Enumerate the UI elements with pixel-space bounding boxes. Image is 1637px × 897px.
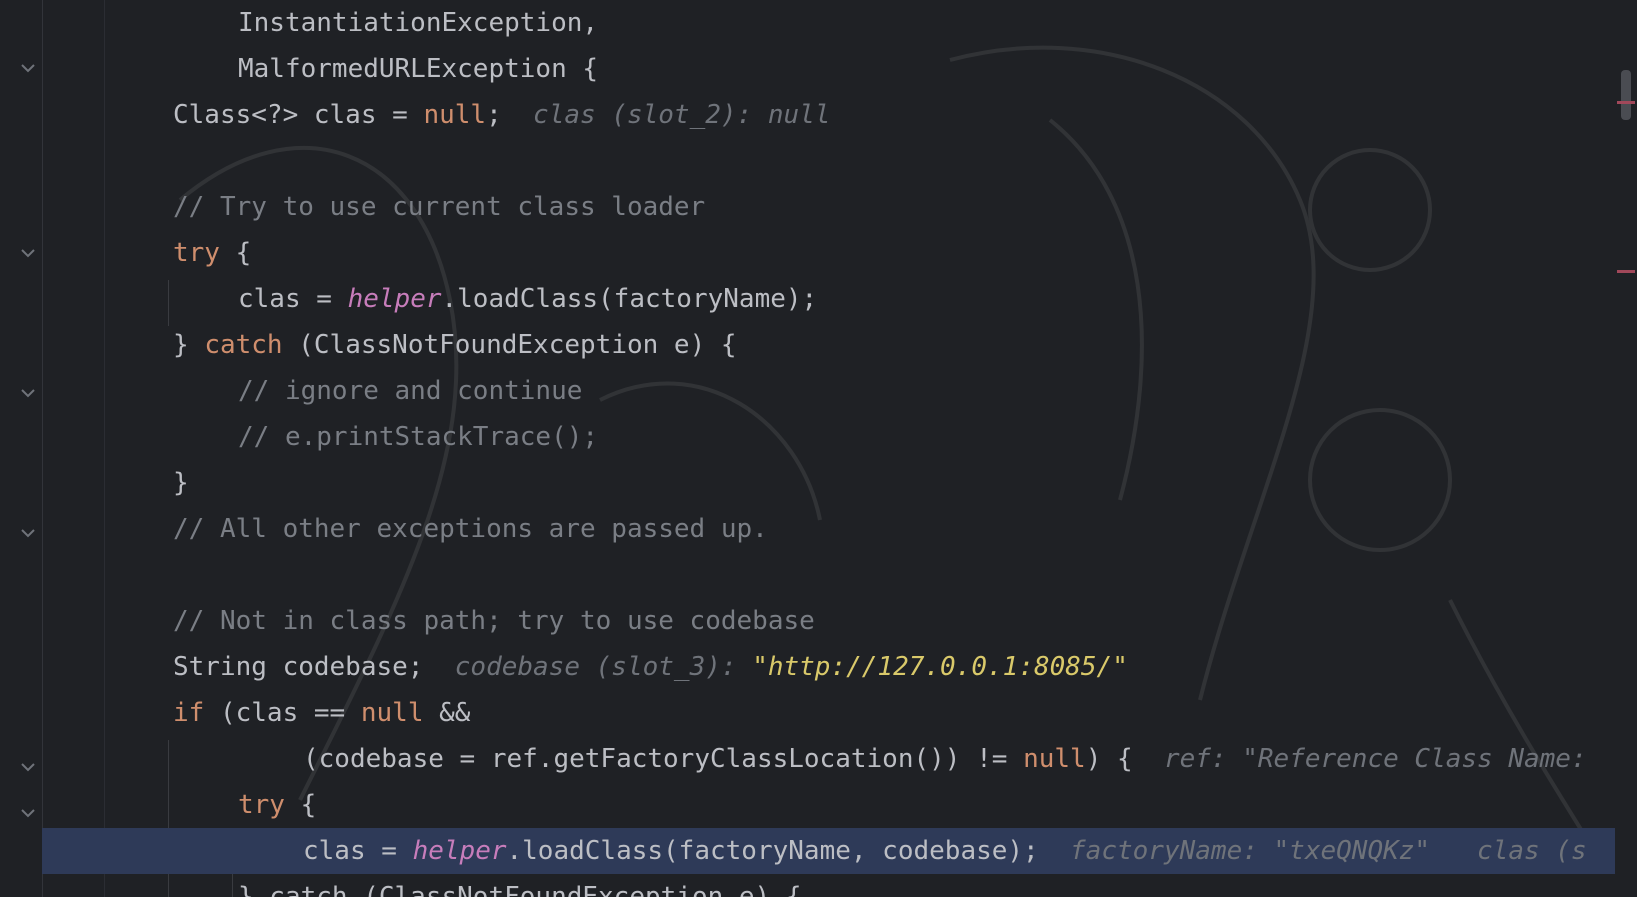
code-field: helper xyxy=(412,836,507,866)
code-line[interactable]: } xyxy=(42,460,1617,506)
code-line[interactable]: // All other exceptions are passed up. xyxy=(42,506,1617,552)
code-line[interactable]: // Not in class path; try to use codebas… xyxy=(42,598,1617,644)
code-keyword: null xyxy=(423,100,487,130)
code-keyword: null xyxy=(360,698,424,728)
code-line[interactable]: } catch (ClassNotFoundException e) { xyxy=(42,874,1617,897)
code-line[interactable]: try { xyxy=(42,782,1617,828)
code-comment: // e.printStackTrace(); xyxy=(238,422,599,452)
code-line[interactable]: Class<?> clas = null; clas (slot_2): nul… xyxy=(42,92,1617,138)
code-token: } catch (ClassNotFoundException e) { xyxy=(238,882,802,897)
code-token: ; xyxy=(486,100,534,130)
code-line[interactable]: InstantiationException, xyxy=(42,0,1617,46)
chevron-down-icon[interactable] xyxy=(18,58,38,78)
code-token: (codebase = ref.getFactoryClassLocation(… xyxy=(303,744,1024,774)
code-keyword: null xyxy=(1023,744,1086,774)
code-token: ) { xyxy=(1085,744,1164,774)
chevron-down-icon[interactable] xyxy=(18,243,38,263)
code-token: && xyxy=(423,698,471,728)
code-token: } xyxy=(173,330,205,360)
code-token: (clas == xyxy=(204,698,361,728)
code-line[interactable]: (codebase = ref.getFactoryClassLocation(… xyxy=(42,736,1617,782)
vertical-scrollbar[interactable] xyxy=(1615,0,1637,897)
code-token: { xyxy=(284,790,317,820)
chevron-down-icon[interactable] xyxy=(18,757,38,777)
chevron-down-icon[interactable] xyxy=(18,523,38,543)
code-token: Class<?> clas = xyxy=(173,100,424,130)
inline-debug-hint: clas (slot_2): null xyxy=(533,100,831,130)
chevron-down-icon[interactable] xyxy=(18,383,38,403)
inline-debug-hint: codebase (slot_3): xyxy=(454,652,753,682)
code-keyword: try xyxy=(173,238,220,268)
code-editor[interactable]: InstantiationException, MalformedURLExce… xyxy=(42,0,1617,897)
code-comment: // Try to use current class loader xyxy=(173,192,706,222)
code-line[interactable]: try { xyxy=(42,230,1617,276)
code-line[interactable]: // ignore and continue xyxy=(42,368,1617,414)
code-token: MalformedURLException { xyxy=(238,54,599,84)
code-token: .loadClass(factoryName, codebase); xyxy=(506,836,1071,866)
inline-debug-hint: ref: "Reference Class Name: xyxy=(1163,744,1587,774)
code-token: } xyxy=(173,468,189,498)
debug-value-string: "http://127.0.0.1:8085/" xyxy=(752,652,1128,682)
code-token: InstantiationException, xyxy=(238,8,599,38)
code-keyword: catch xyxy=(204,330,283,360)
code-line[interactable]: clas = helper.loadClass(factoryName); xyxy=(42,276,1617,322)
code-token: String codebase; xyxy=(173,652,455,682)
code-keyword: try xyxy=(238,790,285,820)
code-line[interactable] xyxy=(42,138,1617,184)
code-token: clas = xyxy=(238,284,348,314)
inline-debug-hint: factoryName: "txeQNQKz" clas (s xyxy=(1070,836,1587,866)
code-comment: // ignore and continue xyxy=(238,376,583,406)
code-line[interactable]: if (clas == null && xyxy=(42,690,1617,736)
code-comment: // Not in class path; try to use codebas… xyxy=(173,606,815,636)
code-keyword: if xyxy=(173,698,205,728)
code-token: (ClassNotFoundException e) { xyxy=(282,330,737,360)
scrollbar-thumb[interactable] xyxy=(1621,70,1631,120)
error-stripe-marker[interactable] xyxy=(1617,270,1635,273)
error-stripe-marker[interactable] xyxy=(1617,101,1635,104)
current-execution-line[interactable]: clas = helper.loadClass(factoryName, cod… xyxy=(42,828,1617,874)
code-field: helper xyxy=(347,284,442,314)
chevron-down-icon[interactable] xyxy=(18,803,38,823)
code-line[interactable]: // e.printStackTrace(); xyxy=(42,414,1617,460)
code-comment: // All other exceptions are passed up. xyxy=(173,514,768,544)
code-line[interactable] xyxy=(42,552,1617,598)
code-line[interactable]: } catch (ClassNotFoundException e) { xyxy=(42,322,1617,368)
code-token: clas = xyxy=(303,836,413,866)
code-line[interactable]: MalformedURLException { xyxy=(42,46,1617,92)
code-token: .loadClass(factoryName); xyxy=(441,284,818,314)
code-token: { xyxy=(219,238,252,268)
code-line[interactable]: // Try to use current class loader xyxy=(42,184,1617,230)
code-line[interactable]: String codebase; codebase (slot_3): "htt… xyxy=(42,644,1617,690)
